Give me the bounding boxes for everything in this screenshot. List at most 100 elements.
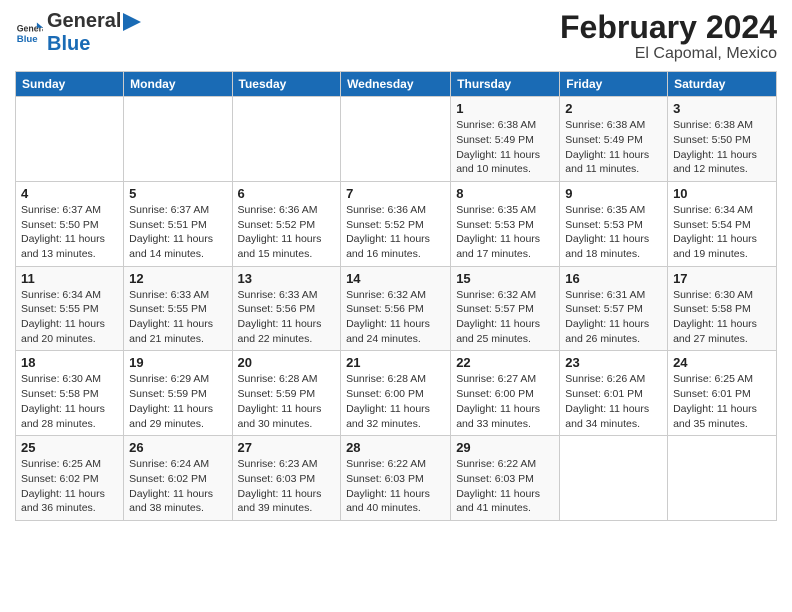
calendar-cell xyxy=(560,436,668,521)
day-number: 23 xyxy=(565,355,662,370)
day-info: Sunrise: 6:36 AMSunset: 5:52 PMDaylight:… xyxy=(238,203,336,262)
day-info: Sunrise: 6:28 AMSunset: 5:59 PMDaylight:… xyxy=(238,372,336,431)
day-info: Sunrise: 6:35 AMSunset: 5:53 PMDaylight:… xyxy=(565,203,662,262)
week-row-3: 11 Sunrise: 6:34 AMSunset: 5:55 PMDayligh… xyxy=(16,266,777,351)
calendar-cell: 16Sunrise: 6:31 AMSunset: 5:57 PMDayligh… xyxy=(560,266,668,351)
header-tuesday: Tuesday xyxy=(232,72,341,97)
calendar-cell xyxy=(341,97,451,182)
week-row-5: 25Sunrise: 6:25 AMSunset: 6:02 PMDayligh… xyxy=(16,436,777,521)
calendar-table: SundayMondayTuesdayWednesdayThursdayFrid… xyxy=(15,71,777,521)
calendar-cell: 26 Sunrise: 6:24 AMSunset: 6:02 PMDayligh… xyxy=(124,436,232,521)
day-info: Sunrise: 6:38 AMSunset: 5:49 PMDaylight:… xyxy=(565,118,662,177)
day-info: Sunrise: 6:33 AMSunset: 5:55 PMDaylight:… xyxy=(129,288,226,347)
calendar-cell: 13Sunrise: 6:33 AMSunset: 5:56 PMDayligh… xyxy=(232,266,341,351)
day-number: 22 xyxy=(456,355,554,370)
calendar-cell: 11 Sunrise: 6:34 AMSunset: 5:55 PMDayligh… xyxy=(16,266,124,351)
day-number: 5 xyxy=(129,186,226,201)
calendar-cell: 19Sunrise: 6:29 AMSunset: 5:59 PMDayligh… xyxy=(124,351,232,436)
header-thursday: Thursday xyxy=(451,72,560,97)
day-info: Sunrise: 6:23 AMSunset: 6:03 PMDaylight:… xyxy=(238,457,336,516)
calendar-cell xyxy=(232,97,341,182)
day-info: Sunrise: 6:30 AMSunset: 5:58 PMDaylight:… xyxy=(21,372,118,431)
calendar-cell: 4 Sunrise: 6:37 AMSunset: 5:50 PMDaylight… xyxy=(16,181,124,266)
logo-icon: General Blue xyxy=(15,19,43,47)
day-info: Sunrise: 6:24 AMSunset: 6:02 PMDaylight:… xyxy=(129,457,226,516)
calendar-cell: 28 Sunrise: 6:22 AMSunset: 6:03 PMDayligh… xyxy=(341,436,451,521)
calendar-cell: 21Sunrise: 6:28 AMSunset: 6:00 PMDayligh… xyxy=(341,351,451,436)
logo: General Blue General Blue xyxy=(15,10,141,56)
calendar-cell: 15 Sunrise: 6:32 AMSunset: 5:57 PMDayligh… xyxy=(451,266,560,351)
calendar-cell xyxy=(16,97,124,182)
day-info: Sunrise: 6:38 AMSunset: 5:50 PMDaylight:… xyxy=(673,118,771,177)
calendar-cell: 2 Sunrise: 6:38 AMSunset: 5:49 PMDaylight… xyxy=(560,97,668,182)
day-info: Sunrise: 6:26 AMSunset: 6:01 PMDaylight:… xyxy=(565,372,662,431)
calendar-cell: 6Sunrise: 6:36 AMSunset: 5:52 PMDaylight… xyxy=(232,181,341,266)
day-info: Sunrise: 6:37 AMSunset: 5:50 PMDaylight:… xyxy=(21,203,118,262)
day-info: Sunrise: 6:25 AMSunset: 6:01 PMDaylight:… xyxy=(673,372,771,431)
logo-blue-text: Blue xyxy=(47,33,141,56)
calendar-cell: 10Sunrise: 6:34 AMSunset: 5:54 PMDayligh… xyxy=(668,181,777,266)
calendar-cell: 1 Sunrise: 6:38 AMSunset: 5:49 PMDaylight… xyxy=(451,97,560,182)
day-info: Sunrise: 6:38 AMSunset: 5:49 PMDaylight:… xyxy=(456,118,554,177)
day-number: 16 xyxy=(565,271,662,286)
header-friday: Friday xyxy=(560,72,668,97)
day-info: Sunrise: 6:27 AMSunset: 6:00 PMDaylight:… xyxy=(456,372,554,431)
header-sunday: Sunday xyxy=(16,72,124,97)
calendar-cell: 24 Sunrise: 6:25 AMSunset: 6:01 PMDayligh… xyxy=(668,351,777,436)
calendar-cell: 12 Sunrise: 6:33 AMSunset: 5:55 PMDayligh… xyxy=(124,266,232,351)
calendar-cell: 8 Sunrise: 6:35 AMSunset: 5:53 PMDaylight… xyxy=(451,181,560,266)
day-info: Sunrise: 6:22 AMSunset: 6:03 PMDaylight:… xyxy=(346,457,445,516)
day-info: Sunrise: 6:32 AMSunset: 5:57 PMDaylight:… xyxy=(456,288,554,347)
calendar-header-row: SundayMondayTuesdayWednesdayThursdayFrid… xyxy=(16,72,777,97)
day-info: Sunrise: 6:33 AMSunset: 5:56 PMDaylight:… xyxy=(238,288,336,347)
day-info: Sunrise: 6:34 AMSunset: 5:55 PMDaylight:… xyxy=(21,288,118,347)
day-number: 9 xyxy=(565,186,662,201)
calendar-cell: 7 Sunrise: 6:36 AMSunset: 5:52 PMDaylight… xyxy=(341,181,451,266)
logo-triangle xyxy=(123,13,141,31)
day-number: 2 xyxy=(565,101,662,116)
day-number: 20 xyxy=(238,355,336,370)
header-saturday: Saturday xyxy=(668,72,777,97)
day-number: 28 xyxy=(346,440,445,455)
day-number: 8 xyxy=(456,186,554,201)
calendar-cell: 5Sunrise: 6:37 AMSunset: 5:51 PMDaylight… xyxy=(124,181,232,266)
day-number: 26 xyxy=(129,440,226,455)
day-number: 24 xyxy=(673,355,771,370)
day-number: 12 xyxy=(129,271,226,286)
calendar-cell xyxy=(668,436,777,521)
day-info: Sunrise: 6:35 AMSunset: 5:53 PMDaylight:… xyxy=(456,203,554,262)
calendar-cell: 25Sunrise: 6:25 AMSunset: 6:02 PMDayligh… xyxy=(16,436,124,521)
calendar-cell: 20 Sunrise: 6:28 AMSunset: 5:59 PMDayligh… xyxy=(232,351,341,436)
logo-general-text: General xyxy=(47,10,141,33)
page-header: General Blue General Blue February 2024 … xyxy=(15,10,777,63)
title-block: February 2024 El Capomal, Mexico xyxy=(560,10,777,63)
day-number: 3 xyxy=(673,101,771,116)
calendar-cell: 18 Sunrise: 6:30 AMSunset: 5:58 PMDayligh… xyxy=(16,351,124,436)
day-number: 19 xyxy=(129,355,226,370)
day-number: 14 xyxy=(346,271,445,286)
location-title: El Capomal, Mexico xyxy=(560,45,777,63)
calendar-cell: 9 Sunrise: 6:35 AMSunset: 5:53 PMDaylight… xyxy=(560,181,668,266)
day-info: Sunrise: 6:36 AMSunset: 5:52 PMDaylight:… xyxy=(346,203,445,262)
calendar-cell: 3 Sunrise: 6:38 AMSunset: 5:50 PMDaylight… xyxy=(668,97,777,182)
week-row-4: 18 Sunrise: 6:30 AMSunset: 5:58 PMDayligh… xyxy=(16,351,777,436)
calendar-cell: 29Sunrise: 6:22 AMSunset: 6:03 PMDayligh… xyxy=(451,436,560,521)
day-info: Sunrise: 6:25 AMSunset: 6:02 PMDaylight:… xyxy=(21,457,118,516)
day-number: 1 xyxy=(456,101,554,116)
day-number: 7 xyxy=(346,186,445,201)
day-number: 15 xyxy=(456,271,554,286)
calendar-cell: 27 Sunrise: 6:23 AMSunset: 6:03 PMDayligh… xyxy=(232,436,341,521)
svg-text:Blue: Blue xyxy=(17,34,38,45)
day-number: 27 xyxy=(238,440,336,455)
day-info: Sunrise: 6:28 AMSunset: 6:00 PMDaylight:… xyxy=(346,372,445,431)
day-number: 17 xyxy=(673,271,771,286)
day-info: Sunrise: 6:34 AMSunset: 5:54 PMDaylight:… xyxy=(673,203,771,262)
header-wednesday: Wednesday xyxy=(341,72,451,97)
day-number: 18 xyxy=(21,355,118,370)
week-row-1: 1 Sunrise: 6:38 AMSunset: 5:49 PMDaylight… xyxy=(16,97,777,182)
day-number: 11 xyxy=(21,271,118,286)
calendar-cell xyxy=(124,97,232,182)
calendar-cell: 17Sunrise: 6:30 AMSunset: 5:58 PMDayligh… xyxy=(668,266,777,351)
day-number: 4 xyxy=(21,186,118,201)
calendar-cell: 22 Sunrise: 6:27 AMSunset: 6:00 PMDayligh… xyxy=(451,351,560,436)
